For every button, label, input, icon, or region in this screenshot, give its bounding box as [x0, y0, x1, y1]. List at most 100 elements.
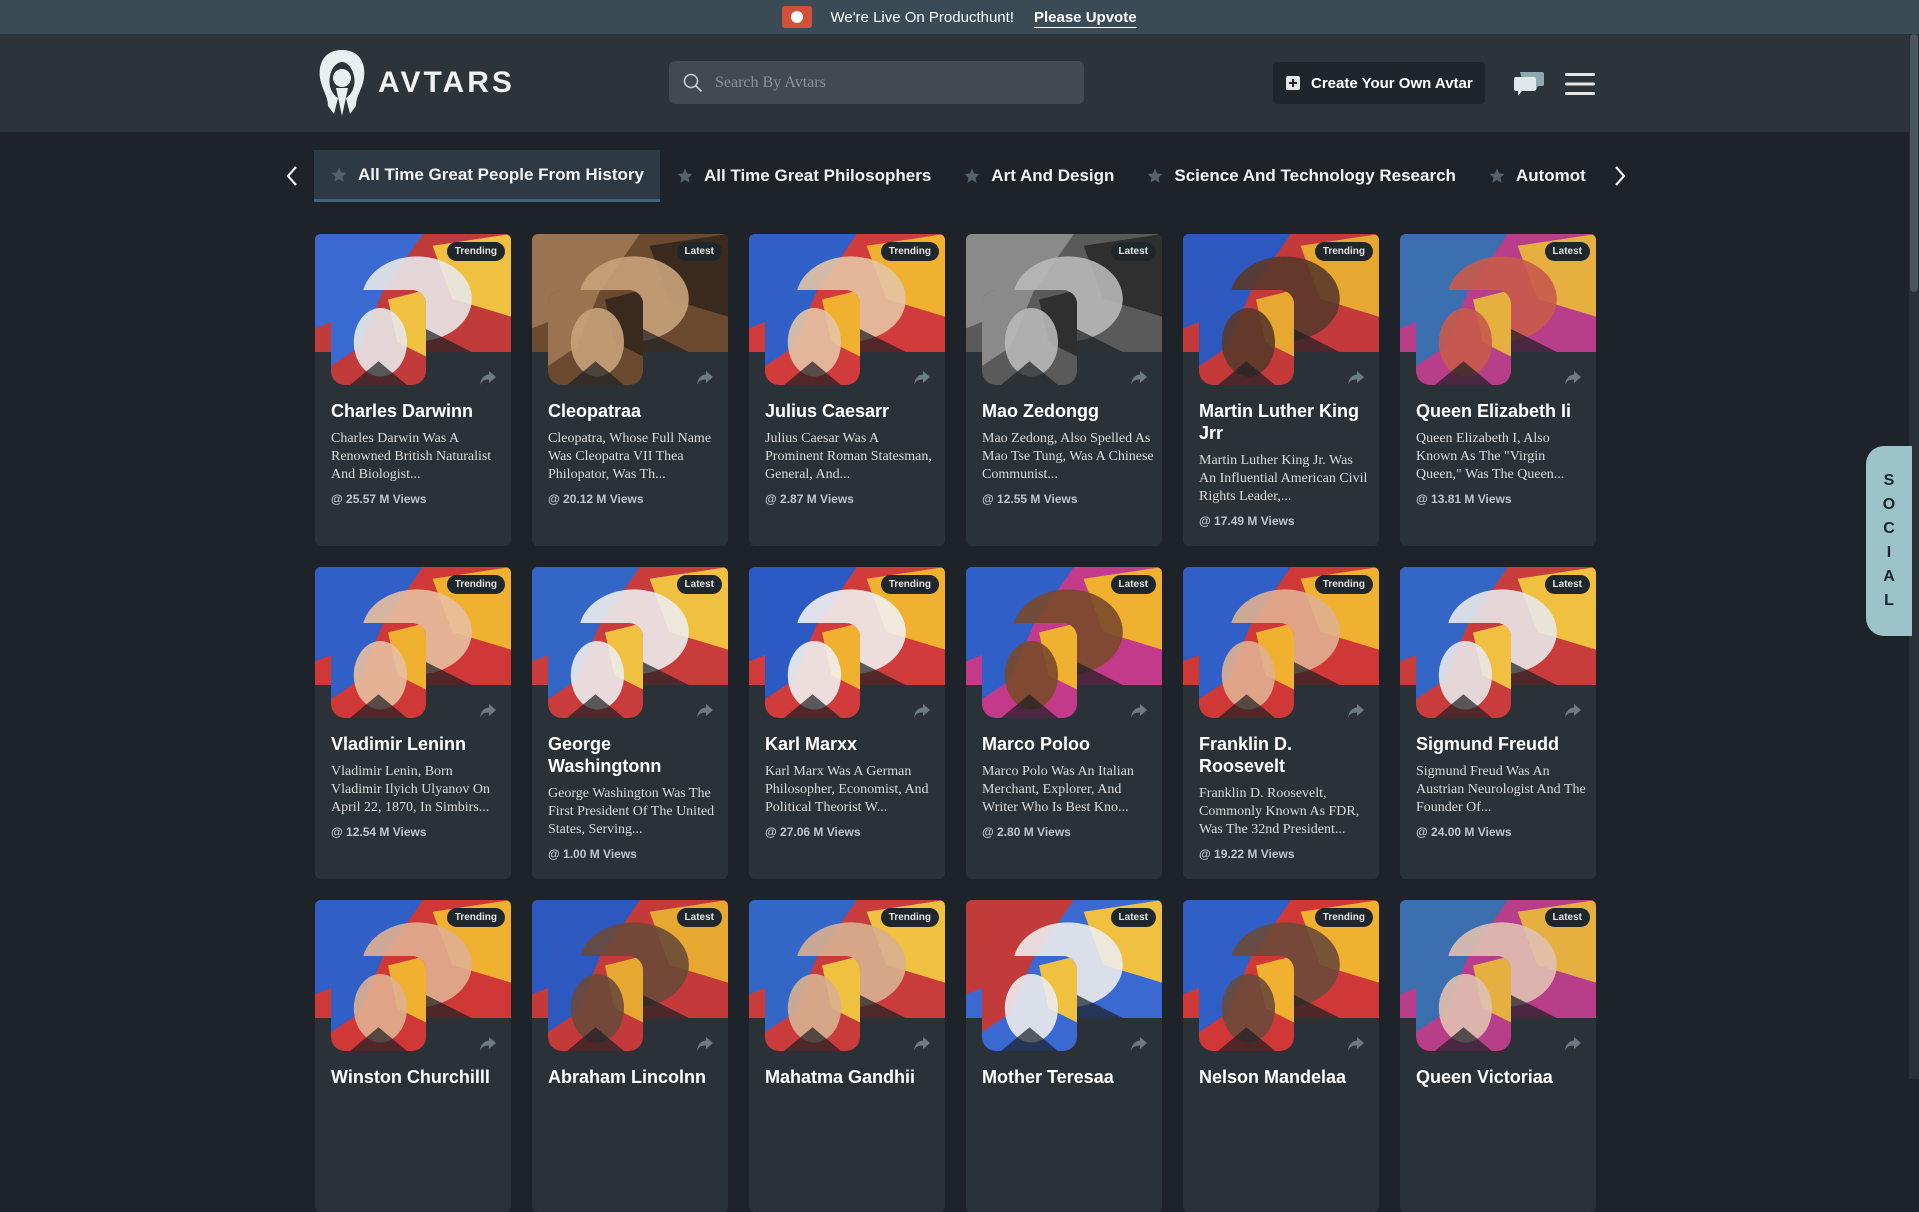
avatar[interactable]	[548, 956, 643, 1051]
avatar-name[interactable]: Sigmund Freudd	[1416, 733, 1588, 755]
announcement-banner: We're Live On Producthunt! Please Upvote	[0, 0, 1919, 34]
tabs-prev-arrow-icon[interactable]	[284, 164, 300, 188]
share-icon[interactable]	[913, 703, 931, 719]
avatar[interactable]	[331, 623, 426, 718]
avatar[interactable]	[1416, 956, 1511, 1051]
avatar[interactable]	[982, 290, 1077, 385]
logo[interactable]: AVTARS	[314, 48, 515, 118]
avatar[interactable]	[331, 956, 426, 1051]
avatar-card[interactable]: Latest Marco Poloo Marco Polo Was An Itali…	[966, 567, 1162, 879]
avatar-card[interactable]: Latest Abraham Lincolnn	[532, 900, 728, 1212]
avatar-name[interactable]: Julius Caesarr	[765, 400, 937, 422]
avatar-card[interactable]: Trending Charles Darwinn Charles Darwin Wa…	[315, 234, 511, 546]
view-count: @ 2.87 M Views	[765, 492, 854, 506]
share-icon[interactable]	[1564, 703, 1582, 719]
avatar[interactable]	[765, 623, 860, 718]
avatar[interactable]	[765, 290, 860, 385]
avatar[interactable]	[548, 623, 643, 718]
avatar[interactable]	[1416, 623, 1511, 718]
share-icon[interactable]	[1347, 703, 1365, 719]
share-icon[interactable]	[1130, 370, 1148, 386]
avatar[interactable]	[982, 623, 1077, 718]
share-icon[interactable]	[696, 370, 714, 386]
hamburger-menu-icon[interactable]	[1565, 72, 1595, 96]
avatar[interactable]	[765, 956, 860, 1051]
share-icon[interactable]	[696, 703, 714, 719]
avatar-card[interactable]: Trending Vladimir Leninn Vladimir Lenin, B…	[315, 567, 511, 879]
avatar-name[interactable]: Winston Churchilll	[331, 1066, 503, 1088]
share-icon[interactable]	[1347, 1036, 1365, 1052]
avatar-name[interactable]: Franklin D. Roosevelt	[1199, 733, 1371, 777]
avatar-name[interactable]: Vladimir Leninn	[331, 733, 503, 755]
avatar[interactable]	[548, 290, 643, 385]
star-icon	[1147, 168, 1163, 183]
tab-item[interactable]: All Time Great Philosophers	[660, 150, 947, 202]
status-badge: Trending	[880, 242, 939, 261]
avatar-card[interactable]: Latest Queen Elizabeth Ii Queen Elizabeth …	[1400, 234, 1596, 546]
avatar-card[interactable]: Latest Queen Victoriaa	[1400, 900, 1596, 1212]
avatar-card[interactable]: Trending Franklin D. Roosevelt Franklin D.…	[1183, 567, 1379, 879]
share-icon[interactable]	[479, 1036, 497, 1052]
tab-item[interactable]: All Time Great People From History	[314, 150, 660, 202]
upvote-link[interactable]: Please Upvote	[1034, 9, 1137, 26]
avatar-name[interactable]: Nelson Mandelaa	[1199, 1066, 1371, 1088]
social-sidebar-tab[interactable]: SOCIAL	[1866, 446, 1912, 636]
tab-item[interactable]: Art And Design	[947, 150, 1130, 202]
share-icon[interactable]	[696, 1036, 714, 1052]
chat-icon[interactable]	[1512, 68, 1546, 98]
avatar-portrait-image	[331, 290, 426, 385]
status-badge: Latest	[1544, 575, 1590, 594]
avatar-name[interactable]: Queen Elizabeth Ii	[1416, 400, 1588, 422]
share-icon[interactable]	[479, 703, 497, 719]
create-avtar-button[interactable]: Create Your Own Avtar	[1273, 62, 1485, 104]
avatar[interactable]	[1199, 956, 1294, 1051]
avatar-card[interactable]: Latest Cleopatraa Cleopatra, Whose Full Na…	[532, 234, 728, 546]
avatar-description: Marco Polo Was An Italian Merchant, Expl…	[982, 764, 1134, 815]
avatar-name[interactable]: Mother Teresaa	[982, 1066, 1154, 1088]
search-bar[interactable]	[669, 61, 1084, 104]
share-icon[interactable]	[1130, 1036, 1148, 1052]
avatar-card[interactable]: Trending Martin Luther King Jrr Martin Lut…	[1183, 234, 1379, 546]
avatar-name[interactable]: Mahatma Gandhii	[765, 1066, 937, 1088]
share-icon[interactable]	[479, 370, 497, 386]
share-icon[interactable]	[1564, 1036, 1582, 1052]
avatar-card[interactable]: Latest Mao Zedongg Mao Zedong, Also Spelle…	[966, 234, 1162, 546]
tab-item[interactable]: Automot	[1472, 150, 1595, 202]
share-icon[interactable]	[913, 1036, 931, 1052]
avatar-name[interactable]: Queen Victoriaa	[1416, 1066, 1588, 1088]
avatar-card[interactable]: Latest Sigmund Freudd Sigmund Freud Was An…	[1400, 567, 1596, 879]
avatar-card[interactable]: Trending Julius Caesarr Julius Caesar Was …	[749, 234, 945, 546]
share-icon[interactable]	[913, 370, 931, 386]
scrollbar-thumb[interactable]	[1910, 34, 1918, 292]
avatar-card[interactable]: Latest George Washingtonn George Washingto…	[532, 567, 728, 879]
share-icon[interactable]	[1347, 370, 1365, 386]
avatar-card[interactable]: Trending Mahatma Gandhii	[749, 900, 945, 1212]
share-icon[interactable]	[1564, 370, 1582, 386]
star-icon	[964, 168, 980, 183]
avatar-name[interactable]: Marco Poloo	[982, 733, 1154, 755]
avatar-card[interactable]: Trending Karl Marxx Karl Marx Was A German…	[749, 567, 945, 879]
avatar-name[interactable]: Karl Marxx	[765, 733, 937, 755]
avatar-name[interactable]: Martin Luther King Jrr	[1199, 400, 1371, 444]
tab-item[interactable]: Science And Technology Research	[1130, 150, 1472, 202]
star-icon	[677, 168, 693, 183]
tabs-next-arrow-icon[interactable]	[1612, 164, 1628, 188]
avatar-name[interactable]: George Washingtonn	[548, 733, 720, 777]
avatar-name[interactable]: Mao Zedongg	[982, 400, 1154, 422]
avatar[interactable]	[1199, 623, 1294, 718]
avatar[interactable]	[1199, 290, 1294, 385]
avatar[interactable]	[1416, 290, 1511, 385]
avatar[interactable]	[982, 956, 1077, 1051]
avatar-card[interactable]: Latest Mother Teresaa	[966, 900, 1162, 1212]
search-input[interactable]	[715, 73, 1055, 92]
avatar-card[interactable]: Trending Winston Churchilll	[315, 900, 511, 1212]
avatar[interactable]	[331, 290, 426, 385]
view-count: @ 19.22 M Views	[1199, 847, 1295, 861]
status-badge: Latest	[1110, 242, 1156, 261]
avatar-name[interactable]: Charles Darwinn	[331, 400, 503, 422]
avatar-name[interactable]: Abraham Lincolnn	[548, 1066, 720, 1088]
avatar-name[interactable]: Cleopatraa	[548, 400, 720, 422]
avatar-card[interactable]: Trending Nelson Mandelaa	[1183, 900, 1379, 1212]
share-icon[interactable]	[1130, 703, 1148, 719]
view-count: @ 13.81 M Views	[1416, 492, 1512, 506]
